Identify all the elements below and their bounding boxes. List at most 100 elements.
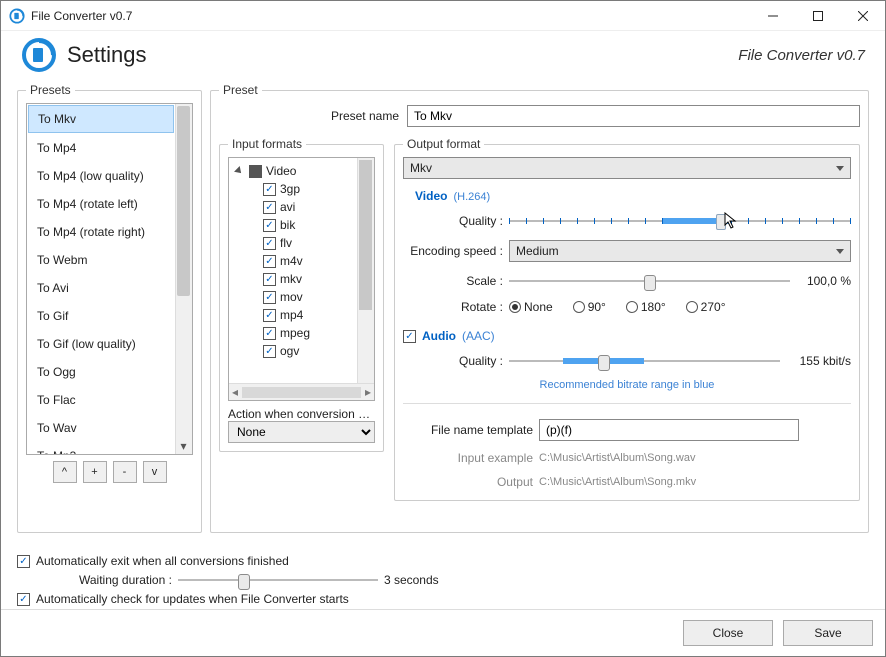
close-window-button[interactable] [840, 1, 885, 30]
output-example-value: C:\Music\Artist\Album\Song.mkv [539, 476, 696, 488]
format-checkbox[interactable]: ✓ [263, 183, 276, 196]
save-button[interactable]: Save [783, 620, 873, 646]
waiting-duration-slider[interactable] [178, 571, 378, 589]
scroll-right-icon[interactable]: ▸ [365, 385, 371, 399]
preset-list-item[interactable]: To Mp4 (rotate right) [27, 218, 175, 246]
format-checkbox[interactable]: ✓ [263, 327, 276, 340]
preset-list-item[interactable]: To Webm [27, 246, 175, 274]
tree-item[interactable]: ✓ mov [233, 288, 370, 306]
rotate-option[interactable]: 270° [686, 300, 726, 314]
preset-list-item[interactable]: To Flac [27, 386, 175, 414]
output-example-label: Output [403, 475, 533, 489]
filename-template-input[interactable] [539, 419, 799, 441]
format-checkbox[interactable]: ✓ [263, 273, 276, 286]
rotate-option-label: None [524, 300, 553, 314]
preset-list-item[interactable]: To Avi [27, 274, 175, 302]
tree-item[interactable]: ✓avi [233, 198, 370, 216]
preset-list-item[interactable]: To Mkv [28, 105, 174, 133]
presets-legend: Presets [30, 83, 71, 97]
preset-scrollbar[interactable]: ▾ [175, 104, 192, 454]
filename-template-label: File name template [403, 423, 533, 437]
bitrate-note: Recommended bitrate range in blue [403, 379, 851, 391]
preset-list-item[interactable]: To Mp4 [27, 134, 175, 162]
action-select[interactable]: None [228, 421, 375, 443]
input-formats-legend: Input formats [228, 137, 306, 151]
format-label: flv [280, 236, 292, 250]
preset-move-down-button[interactable]: v [143, 461, 167, 483]
format-checkbox[interactable]: ✓ [263, 291, 276, 304]
preset-list-item[interactable]: To Gif [27, 302, 175, 330]
format-label: mov [280, 290, 303, 304]
rotate-option[interactable]: 90° [573, 300, 606, 314]
scale-slider[interactable] [509, 272, 790, 290]
page-title: Settings [67, 42, 147, 68]
encoding-speed-value: Medium [516, 244, 559, 258]
auto-exit-checkbox[interactable]: ✓ [17, 555, 30, 568]
rotate-label: Rotate : [403, 300, 503, 314]
rotate-option[interactable]: None [509, 300, 553, 314]
encoding-speed-select[interactable]: Medium [509, 240, 851, 262]
output-format-select[interactable]: Mkv [403, 157, 851, 179]
header: Settings File Converter v0.7 [1, 31, 885, 83]
preset-list-item[interactable]: To Mp3 [27, 442, 175, 455]
tree-vscroll-thumb[interactable] [359, 160, 372, 310]
preset-list-item[interactable]: To Wav [27, 414, 175, 442]
format-checkbox[interactable]: ✓ [263, 237, 276, 250]
chevron-down-icon [836, 166, 844, 171]
format-checkbox[interactable]: ✓ [263, 309, 276, 322]
encoding-speed-label: Encoding speed : [403, 244, 503, 258]
tree-hscroll-thumb[interactable] [242, 387, 361, 398]
preset-remove-button[interactable]: - [113, 461, 137, 483]
format-label: mp4 [280, 308, 303, 322]
tree-vscrollbar[interactable] [357, 158, 374, 383]
tree-root-video[interactable]: Video [233, 162, 370, 180]
preset-add-button[interactable]: + [83, 461, 107, 483]
expand-icon[interactable] [234, 166, 244, 176]
tree-item[interactable]: ✓ mp4 [233, 306, 370, 324]
format-label: mkv [280, 272, 302, 286]
format-label: 3gp [280, 182, 300, 196]
preset-list-item[interactable]: To Mp4 (rotate left) [27, 190, 175, 218]
tree-hscrollbar[interactable]: ◂▸ [229, 383, 374, 400]
format-checkbox[interactable]: ✓ [263, 255, 276, 268]
preset-move-up-button[interactable]: ^ [53, 461, 77, 483]
video-group-checkbox[interactable] [249, 165, 262, 178]
minimize-button[interactable] [750, 1, 795, 30]
preset-fieldset: Preset Preset name Input formats [210, 83, 869, 533]
window: File Converter v0.7 Settings File Conver… [0, 0, 886, 657]
format-checkbox[interactable]: ✓ [263, 345, 276, 358]
tree-item[interactable]: ✓m4v [233, 252, 370, 270]
preset-list-item[interactable]: To Ogg [27, 358, 175, 386]
audio-quality-slider[interactable] [509, 352, 780, 370]
format-checkbox[interactable]: ✓ [263, 219, 276, 232]
video-quality-slider[interactable] [509, 212, 851, 230]
format-label: ogv [280, 344, 299, 358]
auto-update-checkbox[interactable]: ✓ [17, 593, 30, 606]
tree-item[interactable]: ✓ flv [233, 234, 370, 252]
preset-list-item[interactable]: To Mp4 (low quality) [27, 162, 175, 190]
scroll-left-icon[interactable]: ◂ [232, 385, 238, 399]
rotate-option[interactable]: 180° [626, 300, 666, 314]
maximize-button[interactable] [795, 1, 840, 30]
scale-value: 100,0 % [796, 274, 851, 288]
output-format-fieldset: Output format Mkv Video(H.264) [394, 137, 860, 501]
tree-item[interactable]: ✓ 3gp [233, 180, 370, 198]
auto-exit-label: Automatically exit when all conversions … [36, 554, 289, 568]
preset-listbox[interactable]: To MkvTo Mp4To Mp4 (low quality)To Mp4 (… [26, 103, 193, 455]
tree-item[interactable]: ✓ mkv [233, 270, 370, 288]
tree-item[interactable]: ✓mpeg [233, 324, 370, 342]
video-quality-label: Quality : [403, 214, 503, 228]
tree-item[interactable]: ✓ ogv [233, 342, 370, 360]
video-section-label: Video(H.264) [415, 189, 851, 203]
preset-list-item[interactable]: To Gif (low quality) [27, 330, 175, 358]
preset-name-input[interactable] [407, 105, 860, 127]
close-button[interactable]: Close [683, 620, 773, 646]
preset-scrollbar-thumb[interactable] [177, 106, 190, 296]
audio-enabled-checkbox[interactable]: ✓ [403, 330, 416, 343]
tree-item[interactable]: ✓bik [233, 216, 370, 234]
brand-label: File Converter v0.7 [738, 47, 865, 64]
input-formats-tree[interactable]: Video ✓3gp✓avi✓bik✓flv✓m4v✓mkv✓mov✓mp4✓m… [228, 157, 375, 401]
scroll-down-icon[interactable]: ▾ [175, 437, 192, 454]
format-checkbox[interactable]: ✓ [263, 201, 276, 214]
preset-name-label: Preset name [309, 109, 399, 123]
